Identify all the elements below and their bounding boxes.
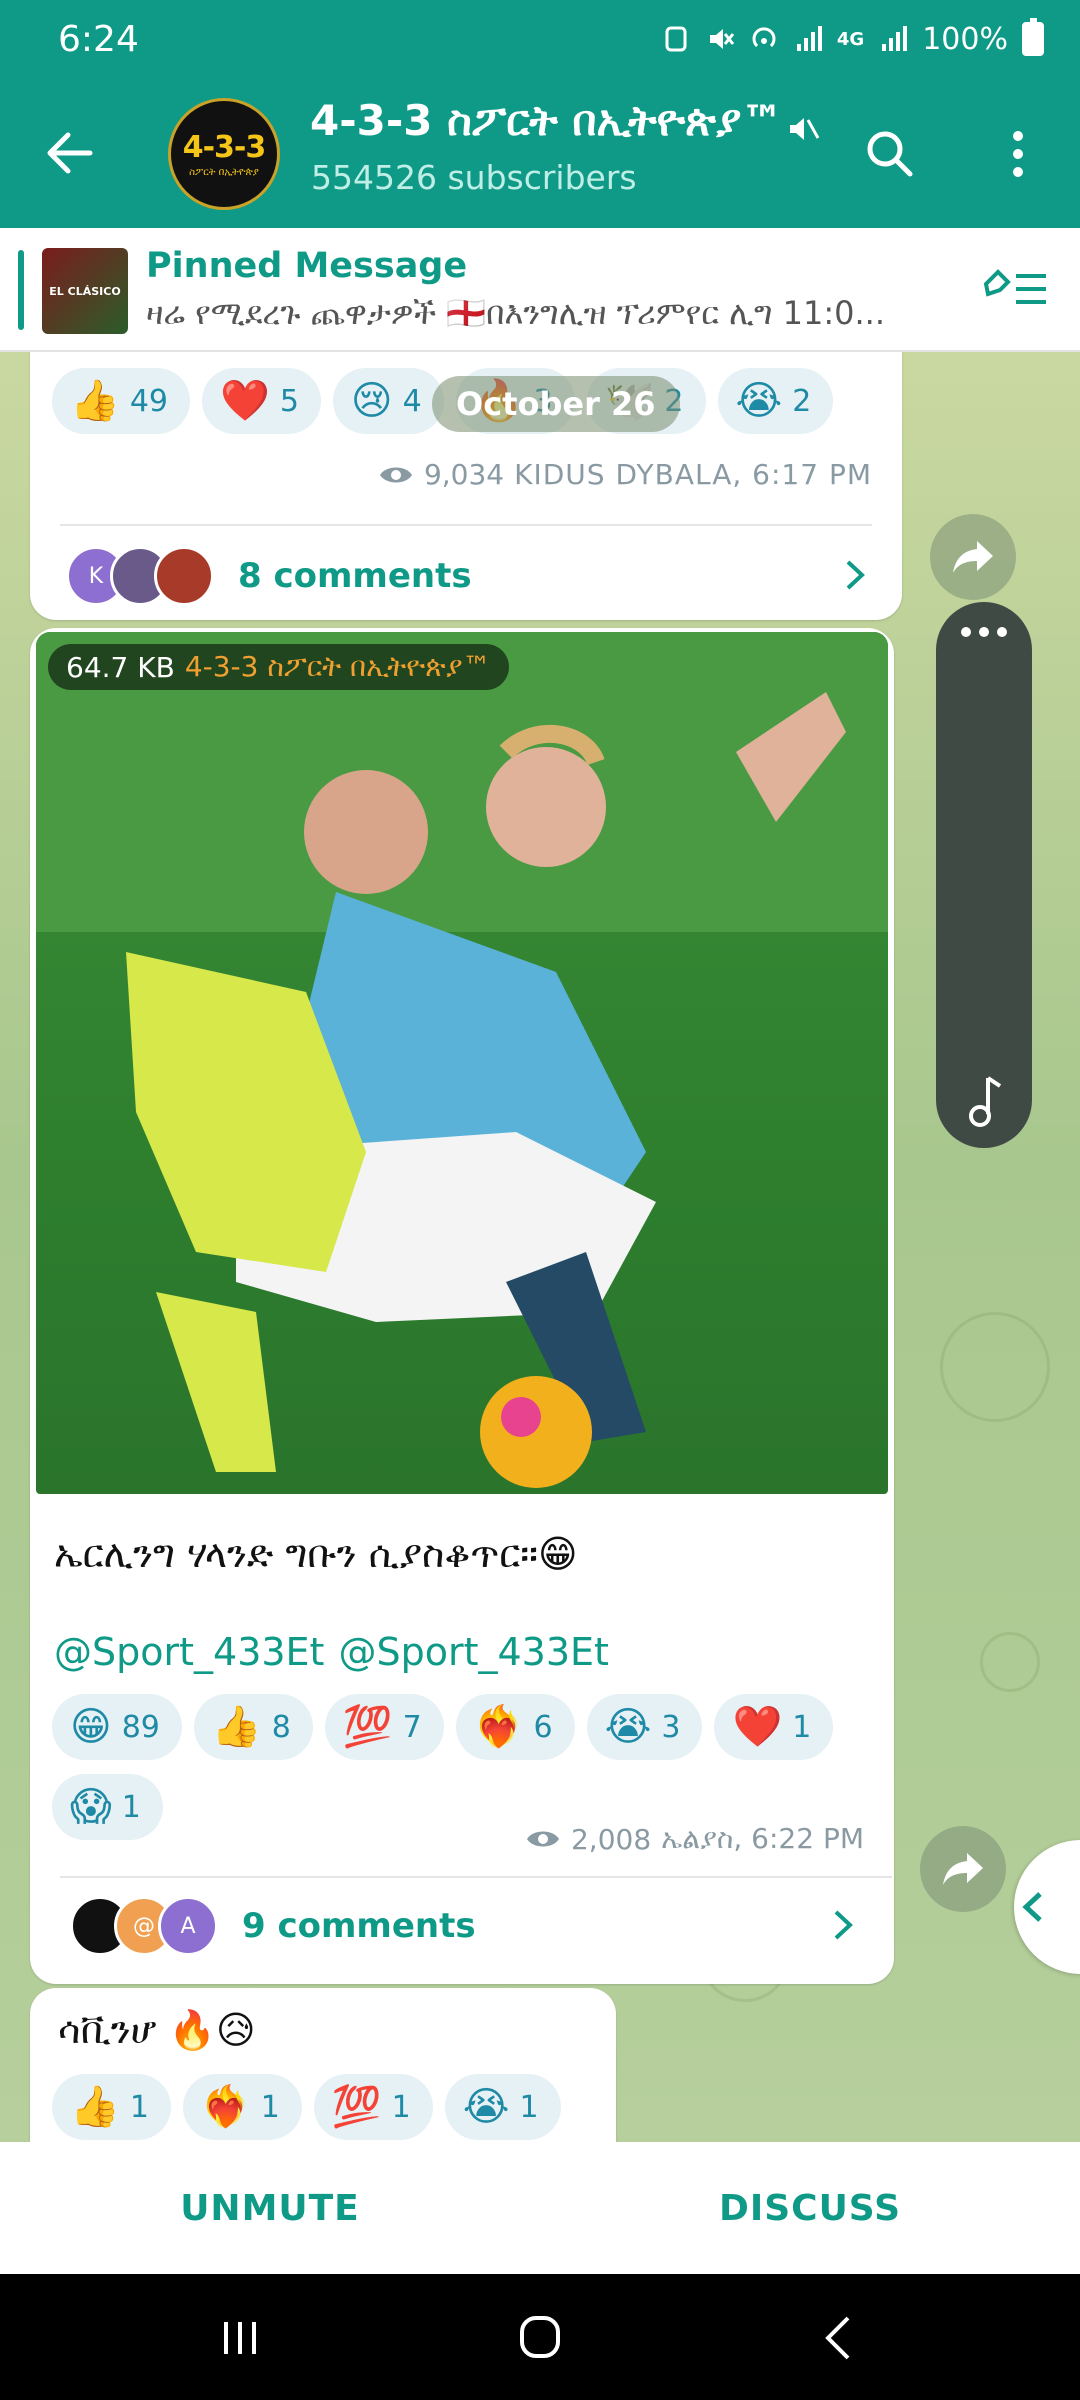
reaction-chip[interactable]: ❤️ 1 [714,1694,834,1760]
pinned-text: ዛሬ የሚደረጉ ጨዋታዎች 🏴󠁧󠁢󠁥󠁮󠁧󠁿በእንግሊዝ ፕሪምየር ሊግ 11… [146,294,886,332]
eye-icon [526,1831,559,1847]
search-icon[interactable] [862,126,918,182]
reactions-3: 👍 1 ❤️‍🔥 1 💯 1 😭 1 [52,2074,561,2140]
signal-icon [796,26,822,51]
reaction-chip[interactable]: 😱 1 [52,1774,163,1840]
reaction-chip[interactable]: 😢 4 [332,368,444,434]
logo-main-text: 4-3-3 [182,130,267,165]
photo-size-badge: 64.7 KB 4-3-3 ስፖርት በኢትዮጵያ™ [48,644,509,690]
status-icons: 4G 100% [661,18,1044,57]
message-photo[interactable]: 64.7 KB 4-3-3 ስፖርት በኢትዮጵያ™ [36,632,888,1494]
caption-links: @Sport_433Et @Sport_433Et [54,1630,609,1674]
reaction-chip[interactable]: 😭 2 [717,368,834,434]
reaction-chip[interactable]: 😁 89 [52,1694,182,1760]
network-type: 4G [836,28,865,50]
chevron-right-icon[interactable] [826,1908,860,1942]
pinned-title: Pinned Message [146,246,468,286]
eye-icon [379,467,412,482]
side-panel-tab[interactable] [1014,1840,1080,1974]
back-nav-icon[interactable] [810,2310,870,2366]
pinned-thumbnail: EL CLÁSICO [42,248,128,334]
subscriber-count: 554526 subscribers [311,158,637,197]
reaction-chip[interactable]: 👍 49 [52,368,190,434]
pinned-message-bar[interactable]: EL CLÁSICO Pinned Message ዛሬ የሚደረጉ ጨዋታዎች… [0,228,1080,352]
battery-percent: 100% [922,21,1008,57]
mention-link[interactable]: @Sport_433Et [54,1630,324,1674]
reaction-chip[interactable]: 💯 7 [324,1694,444,1760]
hotspot-icon [752,27,776,48]
music-note-icon[interactable] [936,1056,1032,1152]
chevron-left-icon [1022,1892,1042,1922]
more-horiz-icon[interactable] [936,602,1032,662]
reactions-2b: 😱 1 [52,1774,163,1840]
view-count: 2,008 [570,1822,652,1856]
comments-count: 9 comments [242,1906,476,1946]
share-arrow-icon [943,1853,983,1885]
wallpaper-doodle [940,1312,1050,1422]
recycle-icon [665,26,687,52]
signal-icon-2 [882,26,908,51]
forward-channel: 4-3-3 ስፖርት በኢትዮጵያ™ [184,650,491,683]
comments-count: 8 comments [238,556,472,596]
reaction-chip[interactable]: 😭 1 [444,2074,561,2140]
reaction-chip[interactable]: 👍 8 [193,1694,313,1760]
recents-icon[interactable] [210,2310,270,2366]
mention-link[interactable]: @Sport_433Et [338,1630,608,1674]
chevron-right-icon[interactable] [838,558,872,592]
more-vert-icon[interactable] [1000,126,1036,182]
comments-row-2[interactable]: @ A 9 comments [70,1896,476,1956]
pinned-list-icon[interactable] [980,264,1050,314]
logo-sub-text: ስፖርት በኢትዮጵያ [189,167,259,178]
reaction-chip[interactable]: 💯 1 [313,2074,433,2140]
home-icon[interactable] [510,2310,570,2366]
status-bar: 6:24 4G 100% [0,0,1080,78]
wallpaper-doodle [980,1632,1040,1692]
message-caption-3: ሳቪንሆ 🔥😥 [58,2008,256,2052]
app-header: 4-3-3 ስፖርት በኢትዮጵያ 4-3-3 ስፖርት በኢትዮጵያ™ 554… [0,78,1080,228]
file-size: 64.7 KB [66,650,175,684]
status-time: 6:24 [58,18,139,60]
back-arrow-icon[interactable] [40,123,100,183]
reaction-chip[interactable]: 😭 3 [586,1694,703,1760]
unmute-button[interactable]: UNMUTE [0,2142,540,2274]
message-bubble-3[interactable]: ሳቪንሆ 🔥😥 👍 1 ❤️‍🔥 1 💯 1 😭 1 [30,1988,616,2142]
comments-divider [60,1876,892,1878]
reaction-chip[interactable]: ❤️‍🔥 1 [182,2074,302,2140]
reaction-chip[interactable]: ❤️ 5 [202,368,321,434]
author-time: KIDUS DYBALA, 6:17 PM [514,458,872,491]
share-arrow-icon [953,541,993,573]
comments-divider [60,524,872,526]
channel-action-bar: UNMUTE DISCUSS [0,2142,1080,2274]
pinned-accent [18,250,24,330]
floating-player[interactable] [936,602,1032,1148]
message-caption: ኤርሊንግ ሃላንድ ግቡን ሲያስቆጥር።😁 [54,1532,578,1576]
date-separator: October 26 [432,376,680,432]
channel-avatar[interactable]: 4-3-3 ስፖርት በኢትዮጵያ [168,98,280,210]
reaction-chip[interactable]: ❤️‍🔥 6 [455,1694,575,1760]
reaction-chip[interactable]: 👍 1 [52,2074,171,2140]
football-photo [36,632,888,1488]
discuss-button[interactable]: DISCUSS [540,2142,1080,2274]
share-button[interactable] [920,1826,1006,1912]
battery-icon [1022,18,1044,56]
chat-area[interactable]: 👍49 ❤️5 😢4 🔥3 🕊️2 😭2 9,034 KIDUS DYBALA,… [0,352,1080,2142]
view-count: 9,034 [423,458,505,491]
system-nav-bar [0,2274,1080,2400]
commenter-avatar: A [158,1896,218,1956]
message-meta-1: 9,034 KIDUS DYBALA, 6:17 PM [378,458,872,491]
reactions-2: 😁 89 👍 8 💯 7 ❤️‍🔥 6 😭 3 ❤️ 1 [52,1694,834,1760]
channel-title[interactable]: 4-3-3 ስፖርት በኢትዮጵያ™ [310,96,783,146]
mute-icon [709,29,735,49]
share-button[interactable] [930,514,1016,600]
author-time: ኤልያስ, 6:22 PM [661,1822,864,1855]
comments-row-1[interactable]: K 8 comments [66,546,472,606]
muted-icon [790,118,820,140]
message-meta-2: 2,008 ኤልያስ, 6:22 PM [525,1822,864,1856]
commenter-avatar [154,546,214,606]
